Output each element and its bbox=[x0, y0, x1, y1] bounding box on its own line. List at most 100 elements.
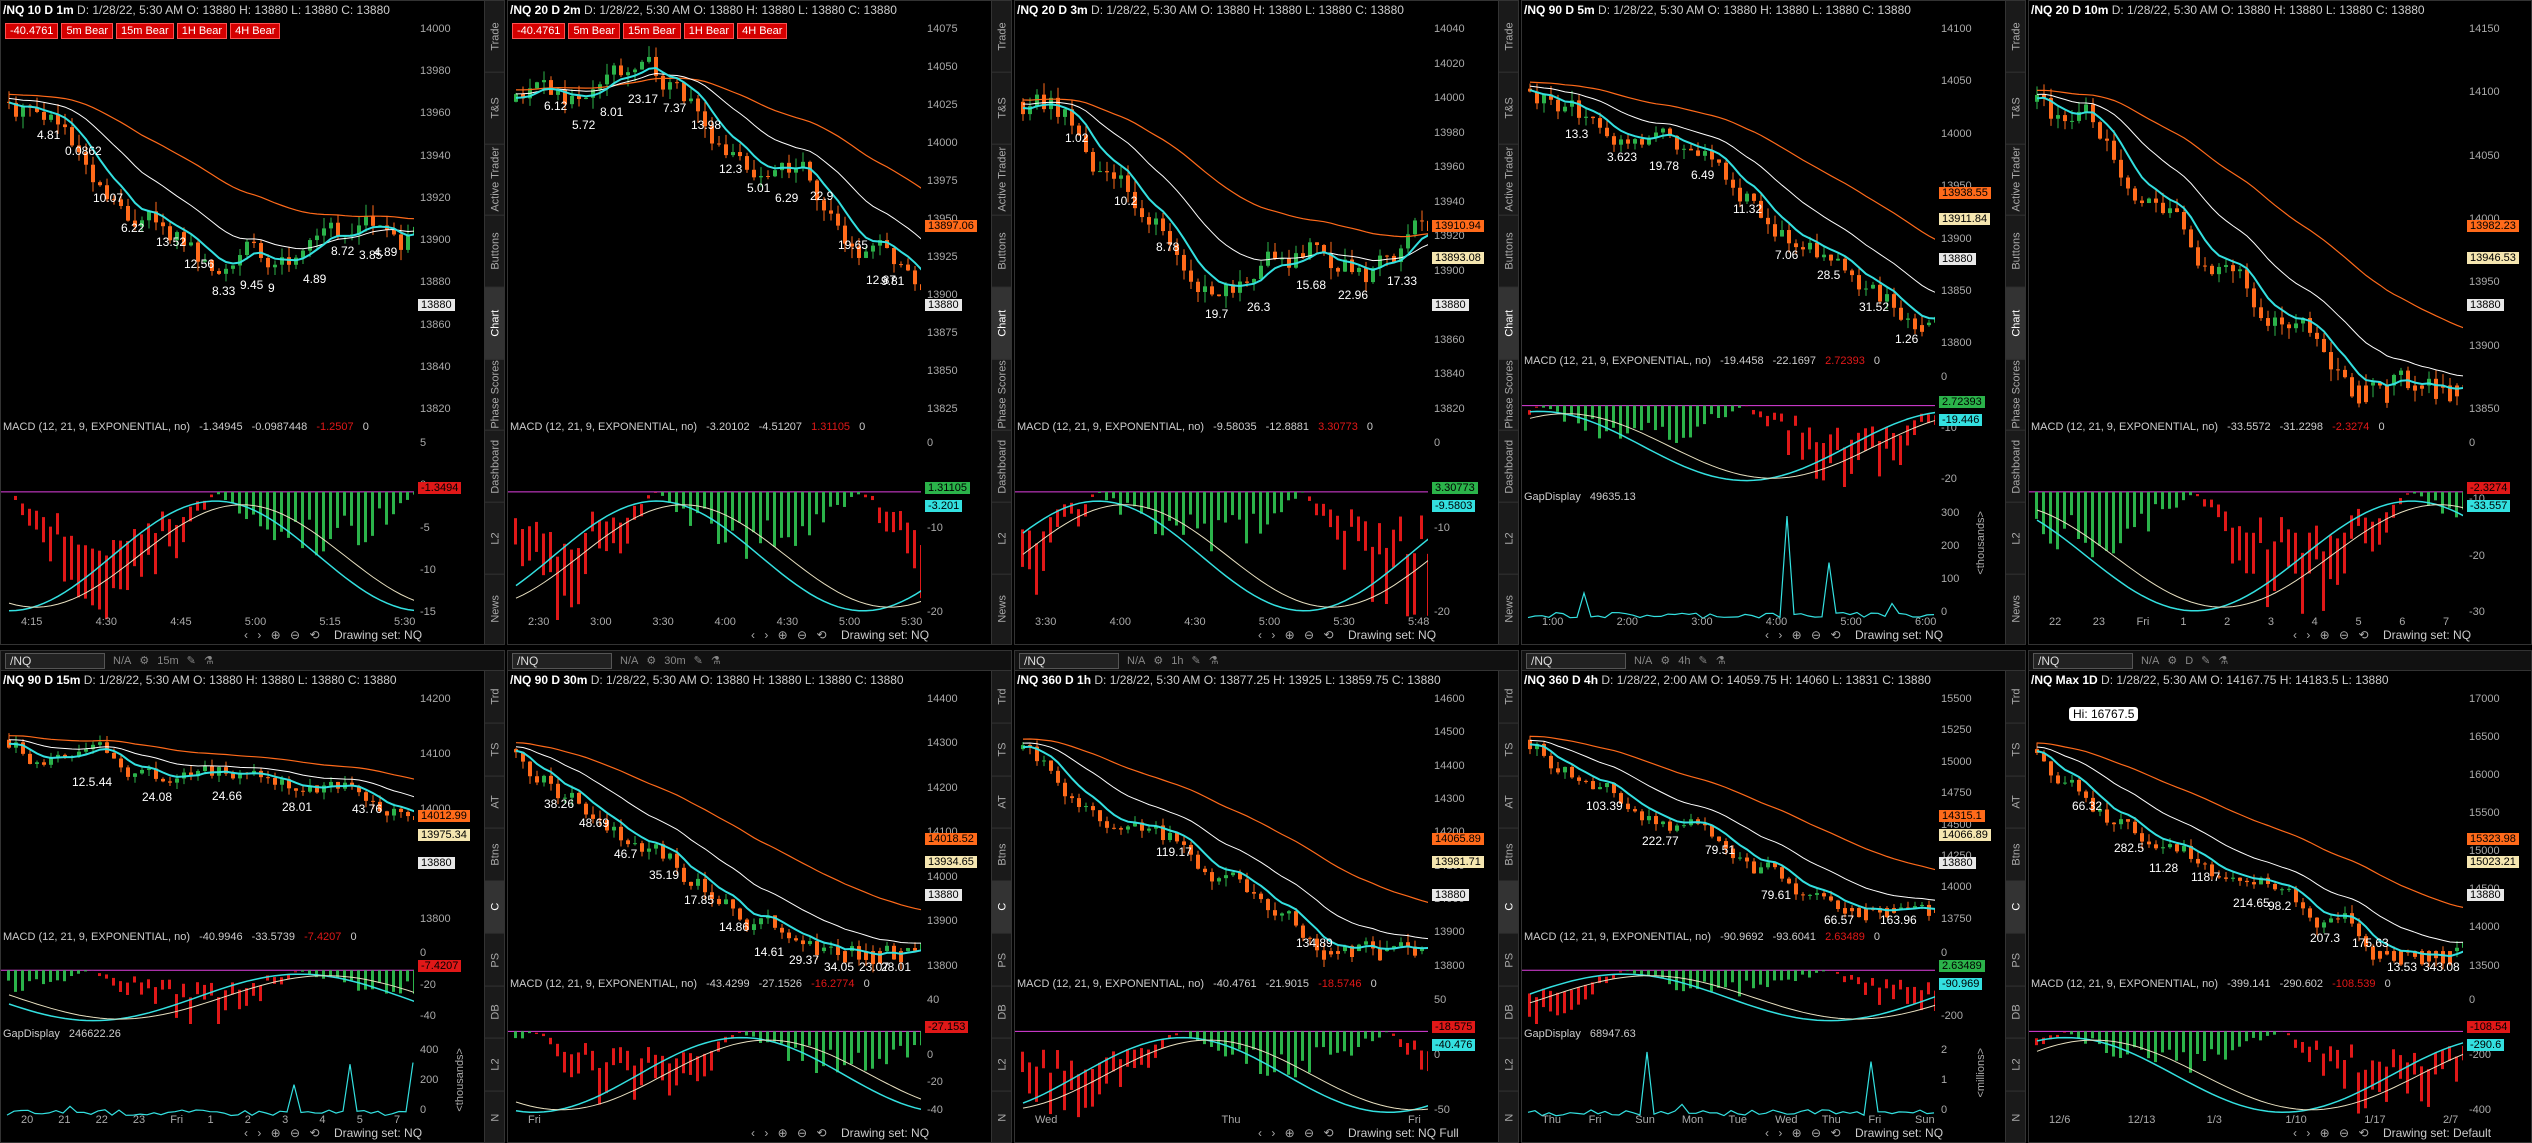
side-tab[interactable]: Btns bbox=[992, 828, 1011, 882]
zoom-controls[interactable]: ‹ › ⊕ ⊖ ⟲ bbox=[751, 628, 830, 642]
gear-icon[interactable]: ⚙ bbox=[1153, 654, 1163, 667]
gear-icon[interactable]: ⚙ bbox=[2167, 654, 2177, 667]
chart-panel[interactable]: N/A ⚙ 1h ✎ ⚗ /NQ 360 D 1h D: 1/28/22, 5:30 AM… bbox=[1014, 650, 1519, 1143]
chart-panel[interactable]: /NQ 20 D 2m D: 1/28/22, 5:30 AM O: 13880… bbox=[507, 0, 1012, 645]
side-tab[interactable]: Btns bbox=[2006, 828, 2025, 882]
chart-panel[interactable]: N/A ⚙ D ✎ ⚗ /NQ Max 1D D: 1/28/22, 5:30 AM O:… bbox=[2028, 650, 2532, 1143]
price-chart[interactable] bbox=[508, 23, 921, 417]
side-tab[interactable]: N bbox=[485, 1091, 504, 1142]
gap-chart[interactable] bbox=[1522, 1044, 1935, 1118]
side-tab[interactable]: News bbox=[1499, 574, 1518, 644]
zoom-controls[interactable]: ‹ › ⊕ ⊖ ⟲ bbox=[2293, 1126, 2372, 1140]
side-tab[interactable]: Buttons bbox=[2006, 216, 2025, 288]
symbol-input[interactable] bbox=[5, 652, 105, 669]
side-tab[interactable]: Phase Scores bbox=[2006, 359, 2025, 432]
side-tab[interactable]: PS bbox=[992, 933, 1011, 987]
macd-chart[interactable] bbox=[508, 994, 921, 1119]
side-tab[interactable]: DB bbox=[485, 986, 504, 1039]
macd-chart[interactable] bbox=[1015, 994, 1428, 1119]
side-tab[interactable]: L2 bbox=[485, 502, 504, 575]
macd-chart[interactable] bbox=[1522, 947, 1935, 1025]
side-tab[interactable]: T&S bbox=[2006, 72, 2025, 145]
zoom-controls[interactable]: ‹ › ⊕ ⊖ ⟲ bbox=[1258, 628, 1337, 642]
symbol-input[interactable] bbox=[512, 652, 612, 669]
side-tab[interactable]: News bbox=[2006, 574, 2025, 644]
pencil-icon[interactable]: ✎ bbox=[2201, 654, 2210, 667]
price-chart[interactable] bbox=[1015, 23, 1428, 417]
side-tab[interactable]: C bbox=[992, 881, 1011, 934]
side-tab[interactable]: AT bbox=[992, 776, 1011, 829]
drawing-set[interactable]: Drawing set: NQ bbox=[334, 628, 422, 642]
pencil-icon[interactable]: ✎ bbox=[187, 654, 196, 667]
period-selector[interactable]: 30m bbox=[664, 655, 685, 667]
side-tab[interactable]: Trd bbox=[992, 671, 1011, 724]
period-selector[interactable]: 1h bbox=[1171, 655, 1183, 667]
side-tab[interactable]: Trade bbox=[1499, 1, 1518, 73]
side-tab[interactable]: Chart bbox=[992, 287, 1011, 360]
zoom-controls[interactable]: ‹ › ⊕ ⊖ ⟲ bbox=[1765, 1126, 1844, 1140]
side-tab[interactable]: Chart bbox=[2006, 287, 2025, 360]
side-tab[interactable]: L2 bbox=[485, 1038, 504, 1092]
side-tab[interactable]: Buttons bbox=[485, 216, 504, 288]
price-chart[interactable] bbox=[1, 23, 414, 417]
side-tab[interactable]: Trade bbox=[2006, 1, 2025, 73]
symbol-input[interactable] bbox=[2033, 652, 2133, 669]
period-selector[interactable]: 4h bbox=[1678, 655, 1690, 667]
side-tab[interactable]: Phase Scores bbox=[992, 359, 1011, 432]
gear-icon[interactable]: ⚙ bbox=[646, 654, 656, 667]
side-tab[interactable]: L2 bbox=[2006, 1038, 2025, 1092]
pencil-icon[interactable]: ✎ bbox=[1698, 654, 1707, 667]
gear-icon[interactable]: ⚙ bbox=[1660, 654, 1670, 667]
zoom-controls[interactable]: ‹ › ⊕ ⊖ ⟲ bbox=[2293, 628, 2372, 642]
side-tab[interactable]: Trade bbox=[485, 1, 504, 73]
macd-chart[interactable] bbox=[1, 947, 414, 1025]
side-tab[interactable]: DB bbox=[2006, 986, 2025, 1039]
chart-panel[interactable]: N/A ⚙ 4h ✎ ⚗ /NQ 360 D 4h D: 1/28/22, 2:00 AM… bbox=[1521, 650, 2026, 1143]
period-selector[interactable]: 15m bbox=[157, 655, 178, 667]
side-tab[interactable]: L2 bbox=[2006, 502, 2025, 575]
side-tab[interactable]: Trd bbox=[1499, 671, 1518, 724]
price-chart[interactable] bbox=[2029, 23, 2463, 417]
side-tab[interactable]: Trd bbox=[2006, 671, 2025, 724]
side-tab[interactable]: PS bbox=[1499, 933, 1518, 987]
side-tab[interactable]: Chart bbox=[485, 287, 504, 360]
price-chart[interactable] bbox=[1522, 693, 1935, 927]
drawing-set[interactable]: Drawing set: NQ bbox=[334, 1126, 422, 1140]
chart-panel[interactable]: N/A ⚙ 30m ✎ ⚗ /NQ 90 D 30m D: 1/28/22, 5:30 A… bbox=[507, 650, 1012, 1143]
gear-icon[interactable]: ⚙ bbox=[139, 654, 149, 667]
side-tab[interactable]: Buttons bbox=[992, 216, 1011, 288]
price-chart[interactable] bbox=[508, 693, 921, 974]
flask-icon[interactable]: ⚗ bbox=[711, 654, 721, 667]
side-tab[interactable]: C bbox=[2006, 881, 2025, 934]
gap-chart[interactable] bbox=[1522, 507, 1935, 620]
pencil-icon[interactable]: ✎ bbox=[1191, 654, 1200, 667]
side-tab[interactable]: News bbox=[992, 574, 1011, 644]
chart-panel[interactable]: /NQ 20 D 10m D: 1/28/22, 5:30 AM O: 1388… bbox=[2028, 0, 2532, 645]
side-tab[interactable]: AT bbox=[1499, 776, 1518, 829]
side-tab[interactable]: Phase Scores bbox=[485, 359, 504, 432]
macd-chart[interactable] bbox=[1522, 371, 1935, 487]
chart-panel[interactable]: /NQ 10 D 1m D: 1/28/22, 5:30 AM O: 13880… bbox=[0, 0, 505, 645]
side-tab[interactable]: Dashboard bbox=[992, 431, 1011, 503]
side-tab[interactable]: Active Trader bbox=[2006, 144, 2025, 217]
chart-panel[interactable]: N/A ⚙ 15m ✎ ⚗ /NQ 90 D 15m D: 1/28/22, 5:30 A… bbox=[0, 650, 505, 1143]
side-tab[interactable]: Dashboard bbox=[1499, 431, 1518, 503]
side-tab[interactable]: News bbox=[485, 574, 504, 644]
symbol-input[interactable] bbox=[1526, 652, 1626, 669]
side-tab[interactable]: Active Trader bbox=[1499, 144, 1518, 217]
side-tab[interactable]: L2 bbox=[992, 502, 1011, 575]
macd-chart[interactable] bbox=[2029, 994, 2463, 1119]
side-tab[interactable]: N bbox=[2006, 1091, 2025, 1142]
price-chart[interactable] bbox=[1015, 693, 1428, 974]
zoom-controls[interactable]: ‹ › ⊕ ⊖ ⟲ bbox=[244, 628, 323, 642]
drawing-set[interactable]: Drawing set: NQ bbox=[1348, 628, 1436, 642]
zoom-controls[interactable]: ‹ › ⊕ ⊖ ⟲ bbox=[751, 1126, 830, 1140]
side-tab[interactable]: TS bbox=[1499, 723, 1518, 777]
side-tab[interactable]: TS bbox=[992, 723, 1011, 777]
side-tab[interactable]: T&S bbox=[485, 72, 504, 145]
drawing-set[interactable]: Drawing set: NQ bbox=[2383, 628, 2471, 642]
side-tab[interactable]: Active Trader bbox=[992, 144, 1011, 217]
chart-panel[interactable]: /NQ 90 D 5m D: 1/28/22, 5:30 AM O: 13880… bbox=[1521, 0, 2026, 645]
drawing-set[interactable]: Drawing set: NQ bbox=[1855, 1126, 1943, 1140]
side-tab[interactable]: AT bbox=[485, 776, 504, 829]
